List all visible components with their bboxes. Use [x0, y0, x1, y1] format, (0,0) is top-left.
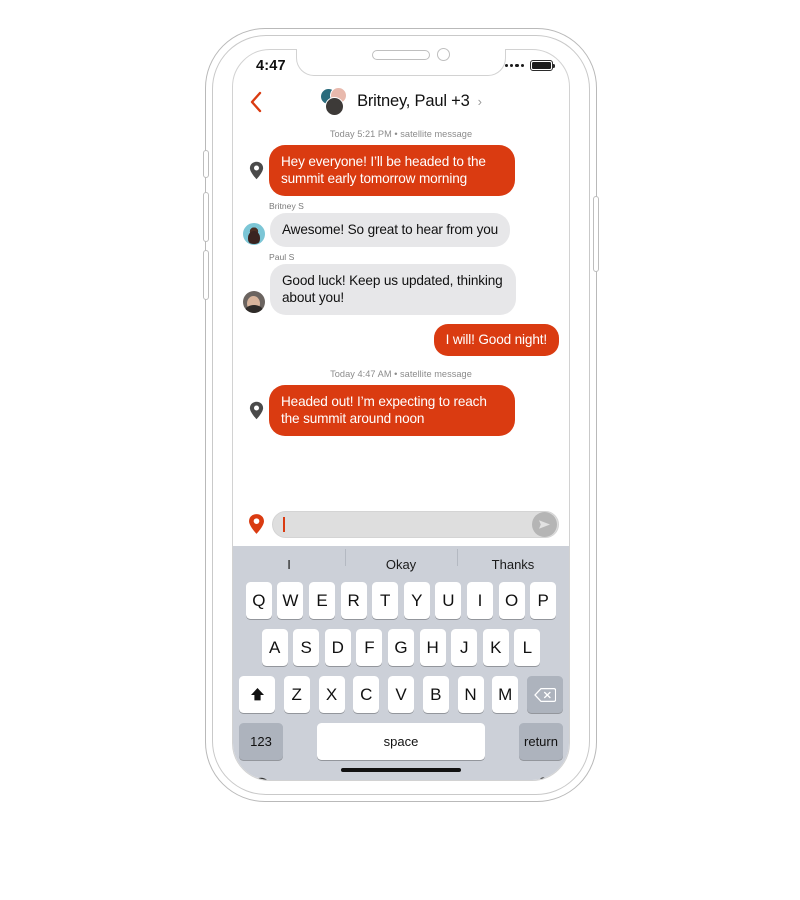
key-n[interactable]: N — [457, 676, 484, 713]
map-pin-icon — [249, 401, 263, 420]
message-timestamp: Today 4:47 AM • satellite message — [330, 369, 472, 379]
keyboard-row-2: A S D F G H J K L — [236, 629, 566, 666]
map-pin-icon — [249, 161, 263, 180]
chevron-right-icon: › — [477, 93, 482, 109]
key-k[interactable]: K — [482, 629, 509, 666]
key-s[interactable]: S — [293, 629, 320, 666]
message-row: Headed out! I’m expecting to reach the s… — [233, 385, 569, 436]
message-bubble-outgoing: Headed out! I’m expecting to reach the s… — [269, 385, 515, 436]
shift-key[interactable] — [239, 676, 275, 713]
key-c[interactable]: C — [353, 676, 380, 713]
earpiece-speaker — [372, 50, 430, 60]
key-a[interactable]: A — [261, 629, 288, 666]
key-g[interactable]: G — [388, 629, 414, 666]
composer-pin-wrap[interactable] — [243, 513, 269, 535]
prediction-bar: I Okay Thanks — [233, 546, 569, 582]
mute-switch-button[interactable] — [203, 150, 209, 178]
key-o[interactable]: O — [498, 582, 525, 619]
front-camera-icon — [437, 48, 450, 61]
message-bubble-outgoing: Hey everyone! I’ll be headed to the summ… — [269, 145, 515, 196]
return-key[interactable]: return — [519, 723, 563, 760]
keyboard-row-3: Z X C V B N M — [236, 676, 566, 713]
shift-up-icon — [250, 688, 264, 701]
battery-full-icon — [530, 60, 556, 71]
group-avatar-cluster — [320, 87, 350, 116]
numbers-key[interactable]: 123 — [239, 723, 283, 760]
send-arrow-icon — [539, 519, 550, 529]
key-w[interactable]: W — [277, 582, 304, 619]
signal-dots-icon — [504, 63, 524, 68]
screenshot-canvas: 4:47 Britney, Paul +3 › Today 5:21 PM • … — [0, 0, 800, 900]
key-m[interactable]: M — [492, 676, 519, 713]
message-bubble-incoming: Good luck! Keep us updated, thinking abo… — [270, 264, 516, 315]
message-row: Awesome! So great to hear from you — [233, 213, 569, 247]
key-i[interactable]: I — [466, 582, 493, 619]
sender-name: Paul S — [269, 252, 295, 262]
status-indicators — [504, 60, 556, 71]
key-q[interactable]: Q — [245, 582, 272, 619]
nav-bar: Britney, Paul +3 › — [233, 84, 569, 120]
status-time: 4:47 — [256, 58, 286, 74]
avatar — [325, 97, 345, 116]
text-caret — [283, 516, 285, 532]
message-row: Good luck! Keep us updated, thinking abo… — [233, 264, 569, 315]
space-key[interactable]: space — [317, 723, 485, 760]
message-composer — [233, 502, 569, 546]
power-button[interactable] — [593, 196, 599, 272]
key-f[interactable]: F — [356, 629, 383, 666]
key-rows: Q W E R T Y U I O P A S D F G H J K L Z … — [233, 582, 569, 760]
key-x[interactable]: X — [318, 676, 345, 713]
britney-avatar — [243, 223, 265, 245]
backspace-icon — [534, 687, 556, 702]
message-bubble-incoming: Awesome! So great to hear from you — [270, 213, 511, 247]
conversation-title: Britney, Paul +3 — [357, 91, 470, 110]
key-b[interactable]: B — [422, 676, 449, 713]
conversation-title-button[interactable]: Britney, Paul +3 › — [233, 87, 569, 116]
home-indicator[interactable] — [341, 767, 461, 772]
keyboard-row-1: Q W E R T Y U I O P — [236, 582, 566, 619]
key-e[interactable]: E — [309, 582, 336, 619]
prediction-item[interactable]: Okay — [345, 548, 457, 572]
volume-up-button[interactable] — [203, 192, 209, 242]
paul-avatar — [243, 291, 265, 313]
message-list[interactable]: Today 5:21 PM • satellite message Hey ev… — [233, 120, 569, 502]
key-p[interactable]: P — [530, 582, 557, 619]
send-button[interactable] — [532, 511, 557, 537]
key-h[interactable]: H — [419, 629, 446, 666]
key-y[interactable]: Y — [403, 582, 430, 619]
message-bubble-outgoing: I will! Good night! — [433, 324, 559, 356]
keyboard-row-4: 123 space return — [236, 723, 566, 760]
key-u[interactable]: U — [435, 582, 462, 619]
key-r[interactable]: R — [340, 582, 367, 619]
volume-down-button[interactable] — [203, 250, 209, 300]
satellite-pin-wrap — [243, 161, 269, 180]
message-input[interactable] — [272, 510, 559, 538]
message-row: I will! Good night! — [233, 324, 569, 356]
key-t[interactable]: T — [372, 582, 399, 619]
on-screen-keyboard[interactable]: I Okay Thanks Q W E R T Y U I O P A S D … — [233, 546, 569, 780]
prediction-item[interactable]: Thanks — [457, 548, 569, 572]
sender-name: Britney S — [269, 201, 304, 211]
message-row: Hey everyone! I’ll be headed to the summ… — [233, 145, 569, 196]
satellite-pin-wrap — [243, 401, 269, 420]
key-j[interactable]: J — [451, 629, 478, 666]
map-pin-icon[interactable] — [248, 513, 265, 535]
key-v[interactable]: V — [388, 676, 414, 713]
phone-screen: 4:47 Britney, Paul +3 › Today 5:21 PM • … — [232, 49, 570, 781]
backspace-key[interactable] — [527, 676, 563, 713]
key-l[interactable]: L — [514, 629, 541, 666]
key-z[interactable]: Z — [283, 676, 310, 713]
message-timestamp: Today 5:21 PM • satellite message — [329, 129, 473, 139]
prediction-item[interactable]: I — [233, 557, 345, 572]
key-d[interactable]: D — [324, 629, 351, 666]
